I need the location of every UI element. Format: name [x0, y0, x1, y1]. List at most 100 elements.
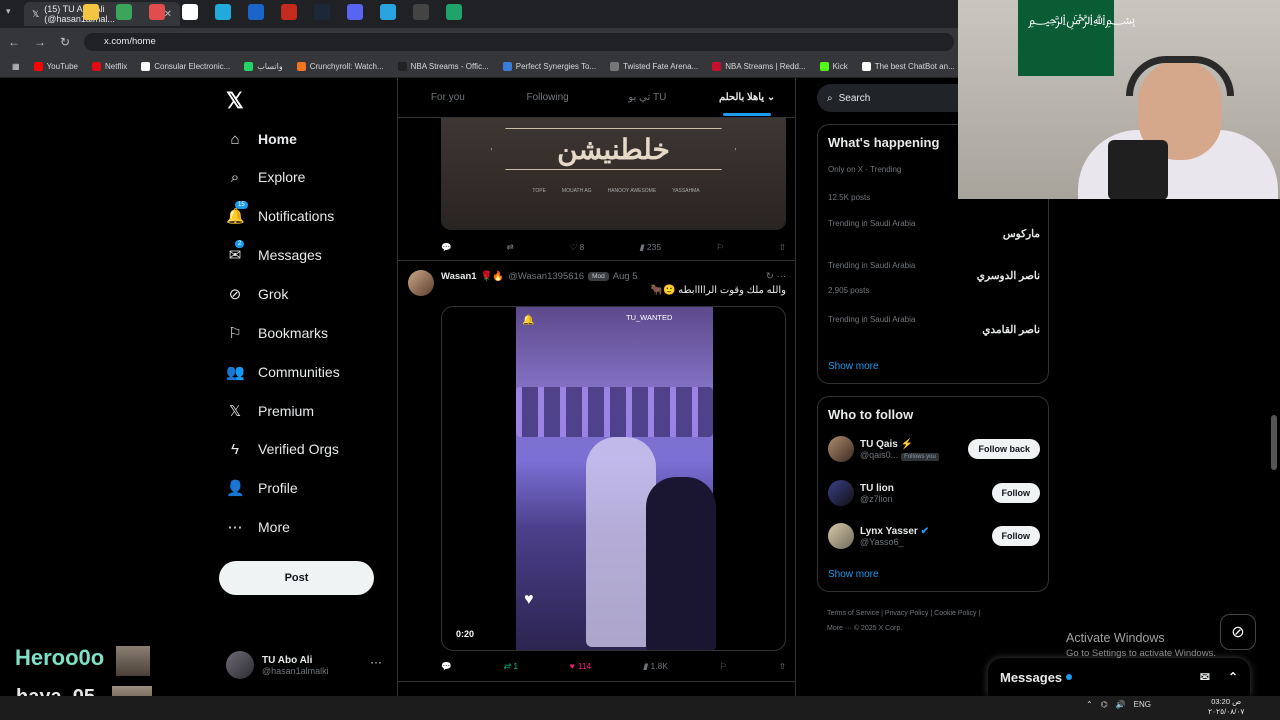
- discord-icon[interactable]: [347, 4, 363, 20]
- store-icon[interactable]: [182, 4, 198, 20]
- reply-icon[interactable]: 💬: [441, 242, 452, 253]
- back-icon[interactable]: ←: [8, 35, 20, 49]
- tweet-date[interactable]: Aug 5: [613, 271, 638, 282]
- post-button[interactable]: Post: [219, 561, 374, 595]
- trend-item[interactable]: Trending in Saudi Arabia ناصر الدوسري 2,…: [828, 261, 1040, 295]
- trends-show-more[interactable]: Show more: [828, 361, 879, 372]
- search-input[interactable]: ⌕ Search: [817, 84, 967, 112]
- footer-link[interactable]: Cookie Policy: [934, 610, 976, 617]
- follow-button[interactable]: Follow: [991, 483, 1040, 503]
- tweet-author-name[interactable]: Wasan1: [441, 271, 477, 282]
- footer-link[interactable]: More ···: [827, 625, 852, 632]
- app-icon[interactable]: [281, 4, 297, 20]
- sidebar-item-explore[interactable]: ⌕ Explore: [226, 162, 306, 192]
- trend-context: Only on X · Trending: [828, 165, 902, 174]
- language-indicator[interactable]: ENG: [1134, 700, 1151, 709]
- taskbar-clock[interactable]: 03:20 ص ٢٠٢٥/٠٨/٠٧: [1208, 697, 1244, 717]
- views-button[interactable]: ▮ 1.8K: [643, 661, 668, 672]
- follow-suggestion[interactable]: TU Qais ⚡ @qais0... Follows you Follow bac…: [828, 433, 1040, 465]
- bookmark-item[interactable]: NBA Streams | Redd...: [712, 62, 806, 71]
- video-player[interactable]: 🔔 TU_WANTED ♥: [516, 307, 716, 650]
- sidebar-item-messages[interactable]: ✉ 2 Messages: [226, 240, 322, 270]
- sidebar-item-communities[interactable]: 👥 Communities: [226, 357, 340, 387]
- reply-icon[interactable]: 💬: [441, 661, 452, 672]
- bookmark-item[interactable]: Crunchyroll: Watch...: [296, 62, 384, 71]
- messages-drawer[interactable]: Messages ✉ ⌃: [988, 658, 1250, 696]
- bookmark-icon[interactable]: ⚐: [720, 661, 728, 672]
- bookmark-item[interactable]: Kick: [819, 62, 848, 71]
- steam-icon[interactable]: [314, 4, 330, 20]
- url-bar[interactable]: x.com/home: [84, 33, 954, 51]
- telegram-icon[interactable]: [380, 4, 396, 20]
- forward-icon[interactable]: →: [34, 35, 46, 49]
- compose-message-icon[interactable]: ✉: [1200, 670, 1210, 684]
- banner-sponsors: TOPE MOUATH AG HANOOY AWESOME YASSAHMA: [532, 188, 700, 194]
- trend-item[interactable]: Trending in Saudi Arabia ماركوس: [828, 219, 1040, 240]
- sidebar-item-more[interactable]: ⋯ More: [226, 512, 290, 542]
- apps-icon[interactable]: ▦: [12, 62, 20, 71]
- views-button[interactable]: ▮ 235: [639, 242, 661, 253]
- tab-tu[interactable]: تي يو TU: [598, 92, 698, 103]
- grok-icon[interactable]: ⊘: [1220, 614, 1256, 650]
- sidebar-item-grok[interactable]: ⊘ Grok: [226, 279, 289, 309]
- scrollbar-thumb[interactable]: [1271, 415, 1277, 470]
- chart-icon: ▮: [642, 660, 648, 671]
- trend-item[interactable]: Trending in Saudi Arabia ناصر القامدي: [828, 315, 1040, 336]
- follow-button[interactable]: Follow: [991, 526, 1040, 546]
- bookmark-item[interactable]: The best ChatBot an...: [861, 62, 955, 71]
- bookmark-item[interactable]: Twisted Fate Arena...: [610, 62, 698, 71]
- tweet-author-handle[interactable]: @Wasan1395616: [508, 271, 584, 282]
- chevron-up-icon[interactable]: ⌃: [1086, 700, 1093, 709]
- footer-link[interactable]: Terms of Service: [827, 610, 879, 617]
- bookmark-item[interactable]: Consular Electronic...: [141, 62, 230, 71]
- follow-back-button[interactable]: Follow back: [968, 439, 1040, 459]
- tweet-video[interactable]: 🔔 TU_WANTED ♥ 0:20: [441, 306, 786, 651]
- follow-suggestion[interactable]: Lynx Yasser ✔ @Yasso6_ Follow: [828, 520, 1040, 552]
- reload-icon[interactable]: ↻: [60, 35, 70, 49]
- avatar[interactable]: [408, 270, 434, 296]
- tab-for-you[interactable]: For you: [398, 92, 498, 103]
- footer-link[interactable]: Privacy Policy: [885, 610, 929, 617]
- bookmark-item[interactable]: Netflix: [92, 62, 127, 71]
- volume-icon[interactable]: 🔊: [1116, 700, 1126, 709]
- like-button[interactable]: ♡ 8: [569, 242, 584, 253]
- chrome-icon[interactable]: [116, 4, 132, 20]
- follow-title: Who to follow: [828, 407, 914, 422]
- tweet-more-icon[interactable]: ↻ ···: [766, 271, 786, 282]
- outlook-icon[interactable]: [248, 4, 264, 20]
- sidebar-item-premium[interactable]: 𝕏 Premium: [226, 396, 314, 426]
- share-icon[interactable]: ⇧: [779, 661, 786, 672]
- person-icon: 👤: [226, 480, 245, 497]
- network-icon[interactable]: ⌬: [1101, 700, 1108, 709]
- follow-suggestion[interactable]: TU lion @z7lion Follow: [828, 477, 1040, 509]
- app-icon[interactable]: [446, 4, 462, 20]
- bookmark-icon[interactable]: ⚐: [716, 242, 724, 253]
- x-logo-icon[interactable]: 𝕏: [226, 88, 244, 114]
- retweet-icon[interactable]: ⇄: [507, 242, 514, 253]
- tab-following[interactable]: Following: [498, 92, 598, 103]
- bookmark-item[interactable]: Perfect Synergies To...: [502, 62, 596, 71]
- tweet-actions: 💬 ⇄ 1 ♥ 114 ▮ 1.8K ⚐ ⇧: [441, 658, 786, 674]
- sidebar-item-profile[interactable]: 👤 Profile: [226, 473, 298, 503]
- app-4k-icon[interactable]: [413, 4, 429, 20]
- opera-icon[interactable]: [149, 4, 165, 20]
- bookmark-item[interactable]: NBA Streams - Offic...: [397, 62, 489, 71]
- file-explorer-icon[interactable]: [83, 4, 99, 20]
- share-icon[interactable]: ⇧: [779, 242, 786, 253]
- bookmark-item[interactable]: YouTube: [33, 62, 78, 71]
- sidebar-item-verified-orgs[interactable]: ϟ Verified Orgs: [226, 434, 339, 464]
- sidebar-item-bookmarks[interactable]: ⚐ Bookmarks: [226, 318, 328, 348]
- sidebar-item-home[interactable]: ⌂ Home: [226, 124, 296, 154]
- like-button[interactable]: ♥ 114: [570, 661, 592, 671]
- retweet-button[interactable]: ⇄ 1: [503, 661, 518, 672]
- bookmark-item[interactable]: واتساب: [244, 62, 283, 71]
- account-switcher[interactable]: TU Abo Ali @hasan1almalki: [226, 648, 386, 682]
- account-more-icon[interactable]: ···: [370, 655, 382, 669]
- tab-search-icon[interactable]: ▾: [6, 6, 11, 17]
- sidebar-item-notifications[interactable]: 🔔 15 Notifications: [226, 201, 334, 231]
- follow-show-more[interactable]: Show more: [828, 569, 879, 580]
- tab-yahala[interactable]: ياهلا بالحلم ⌄: [697, 92, 795, 116]
- edge-icon[interactable]: [215, 4, 231, 20]
- expand-icon[interactable]: ⌃: [1228, 670, 1238, 684]
- tweet-image[interactable]: خلطنيشن TOPE MOUATH AG HANOOY AWESOME YASSA…: [441, 118, 786, 230]
